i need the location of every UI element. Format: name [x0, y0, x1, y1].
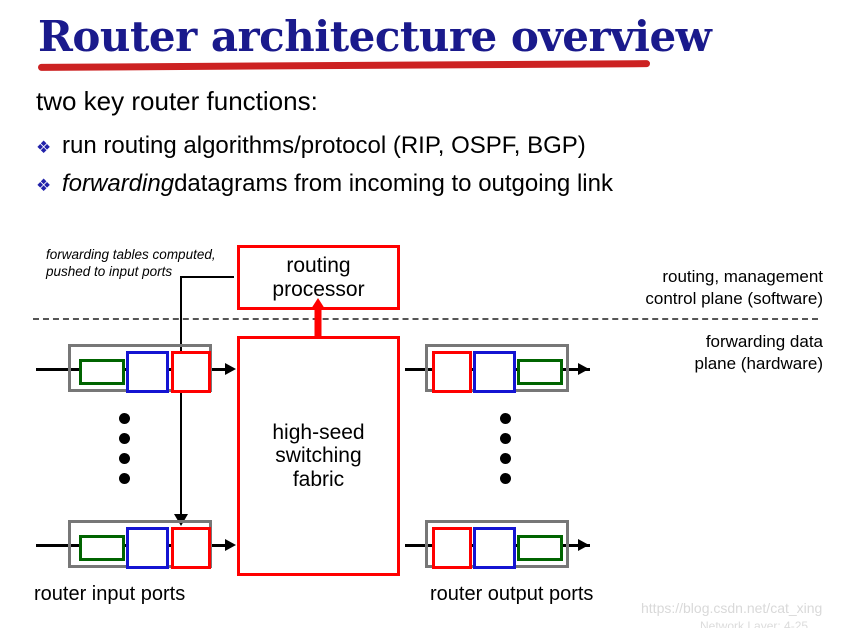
input-port-cell-red-bottom [171, 527, 211, 569]
watermark-url: https://blog.csdn.net/cat_xing [641, 600, 823, 616]
slide-footer-note: Network Layer: 4-25 [700, 619, 809, 628]
output-port-cell-blue-top [473, 351, 516, 393]
input-arrowhead-bottom [225, 539, 236, 551]
control-plane-line-2: control plane (software) [645, 288, 823, 308]
ellipsis-dot [500, 453, 511, 464]
router-architecture-diagram: forwarding tables computed, pushed to in… [0, 0, 851, 628]
control-data-plane-divider [33, 318, 818, 320]
output-port-cell-red-top [432, 351, 472, 393]
input-port-cell-blue-top [126, 351, 169, 393]
ellipsis-dot [119, 473, 130, 484]
data-plane-label: forwarding data plane (hardware) [694, 331, 823, 375]
input-port-cell-green-top [79, 359, 125, 385]
output-port-cell-green-bottom [517, 535, 563, 561]
output-ports-caption: router output ports [430, 583, 594, 605]
input-ports-ellipsis [119, 413, 130, 484]
input-port-group-top [68, 344, 212, 393]
input-port-group-bottom [68, 520, 212, 569]
input-arrowhead-top [225, 363, 236, 375]
control-plane-line-1: routing, management [662, 267, 823, 286]
input-port-cell-blue-bottom [126, 527, 169, 569]
switching-fabric-box: high-seed switching fabric [237, 336, 400, 576]
data-plane-line-2: plane (hardware) [694, 353, 823, 373]
annotation-leader-vertical [180, 276, 182, 518]
input-port-cell-green-bottom [79, 535, 125, 561]
data-plane-line-1: forwarding data [705, 332, 823, 351]
output-port-cell-red-bottom [432, 527, 472, 569]
output-arrowhead-bottom [578, 539, 589, 551]
output-port-group-bottom [425, 520, 569, 569]
ellipsis-dot [119, 413, 130, 424]
ellipsis-dot [500, 413, 511, 424]
annotation-line-1: forwarding tables computed, [46, 247, 216, 262]
control-plane-label: routing, management control plane (softw… [645, 266, 823, 310]
input-port-cell-red-top [171, 351, 211, 393]
switch-fabric-line-2: switching [275, 444, 362, 468]
output-port-group-top [425, 344, 569, 393]
switch-fabric-line-1: high-seed [272, 420, 365, 444]
input-ports-caption: router input ports [34, 583, 186, 605]
annotation-leader-horizontal [180, 276, 234, 278]
output-ports-ellipsis [500, 413, 511, 484]
slide-canvas: Router architecture overview two key rou… [0, 0, 851, 628]
routing-processor-line-1: routing [286, 253, 351, 277]
output-port-cell-blue-bottom [473, 527, 516, 569]
output-port-cell-green-top [517, 359, 563, 385]
ellipsis-dot [500, 433, 511, 444]
ellipsis-dot [500, 473, 511, 484]
ellipsis-dot [119, 453, 130, 464]
output-arrowhead-top [578, 363, 589, 375]
ellipsis-dot [119, 433, 130, 444]
switch-fabric-line-3: fabric [292, 467, 345, 491]
